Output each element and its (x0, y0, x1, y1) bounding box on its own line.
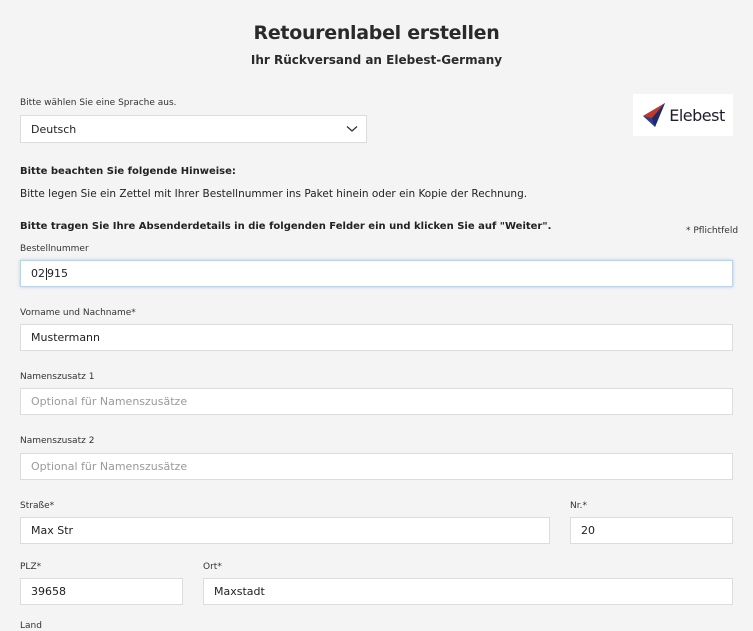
order-number-label: Bestellnummer (20, 244, 89, 254)
name-suffix-1-label: Namenszusatz 1 (20, 372, 95, 382)
name-suffix-2-input[interactable]: Optional für Namenszusätze (20, 453, 733, 480)
city-value: Maxstadt (214, 585, 265, 598)
language-select[interactable]: Deutsch (20, 115, 367, 143)
name-suffix-1-input[interactable]: Optional für Namenszusätze (20, 388, 733, 415)
zip-value: 39658 (31, 585, 66, 598)
house-number-value: 20 (581, 524, 595, 537)
house-number-label: Nr.* (570, 501, 587, 511)
language-label: Bitte wählen Sie eine Sprache aus. (20, 98, 177, 108)
paper-plane-icon (643, 103, 666, 127)
name-value: Mustermann (31, 331, 101, 344)
elebest-logo: Elebest (633, 94, 733, 136)
name-suffix-2-label: Namenszusatz 2 (20, 436, 95, 446)
hints-body: Bitte legen Sie ein Zettel mit Ihrer Bes… (20, 188, 528, 200)
page-subtitle: Ihr Rückversand an Elebest-Germany (250, 53, 503, 67)
form-instruction: Bitte tragen Sie Ihre Absenderdetails in… (20, 221, 552, 232)
chevron-down-icon (346, 126, 358, 132)
page-title: Retourenlabel erstellen (253, 22, 500, 44)
zip-input[interactable]: 39658 (20, 578, 183, 605)
street-input[interactable]: Max Str (20, 517, 550, 544)
city-input[interactable]: Maxstadt (203, 578, 733, 605)
name-suffix-1-placeholder: Optional für Namenszusätze (31, 395, 188, 408)
city-label: Ort* (203, 562, 222, 572)
order-number-input[interactable]: 02 915 (20, 260, 733, 287)
street-label: Straße* (20, 501, 55, 511)
hints-heading: Bitte beachten Sie folgende Hinweise: (20, 166, 236, 177)
required-note: * Pflichtfeld (686, 226, 739, 236)
house-number-input[interactable]: 20 (570, 517, 733, 544)
logo-text: Elebest (669, 105, 725, 125)
name-suffix-2-placeholder: Optional für Namenszusätze (31, 460, 188, 473)
name-label: Vorname und Nachname* (20, 308, 136, 318)
order-number-value-part1: 02 (31, 267, 45, 280)
zip-label: PLZ* (20, 562, 42, 572)
order-number-value-part2: 915 (47, 267, 68, 280)
language-selected-value: Deutsch (31, 122, 77, 136)
name-input[interactable]: Mustermann (20, 324, 733, 351)
street-value: Max Str (31, 524, 74, 537)
